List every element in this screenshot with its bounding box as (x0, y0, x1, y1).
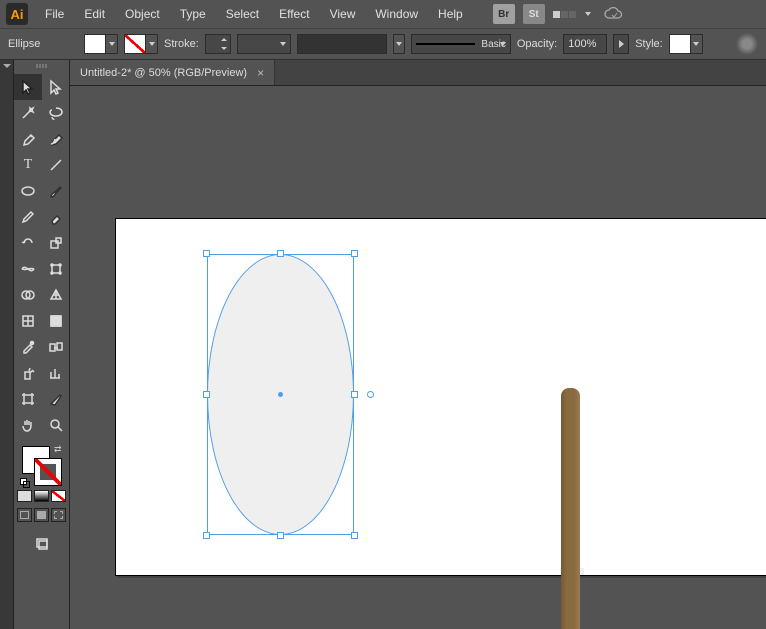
tool-blend[interactable] (42, 334, 70, 360)
tool-mesh[interactable] (14, 308, 42, 334)
document-tab-title: Untitled-2* @ 50% (RGB/Preview) (80, 67, 247, 79)
tool-hand[interactable] (14, 412, 42, 438)
stock-icon[interactable]: St (523, 4, 545, 24)
variable-width-profile-dropdown[interactable] (297, 34, 387, 54)
tool-scale[interactable] (42, 230, 70, 256)
tool-ellipse[interactable] (14, 178, 42, 204)
tool-width[interactable] (14, 256, 42, 282)
tool-lasso[interactable] (42, 100, 70, 126)
draw-normal-icon[interactable] (17, 508, 32, 522)
stroke-weight-stepper[interactable] (205, 34, 231, 54)
color-mode-solid[interactable] (17, 490, 32, 502)
tool-column-graph[interactable] (42, 360, 70, 386)
tool-artboard[interactable] (14, 386, 42, 412)
variable-width-menu[interactable] (393, 34, 405, 54)
document-area: Untitled-2* @ 50% (RGB/Preview) × (70, 60, 766, 629)
selection-rotate-handle[interactable] (367, 391, 374, 398)
tool-rotate[interactable] (14, 230, 42, 256)
default-fill-stroke-icon[interactable] (20, 478, 30, 488)
tool-shape-builder[interactable] (14, 282, 42, 308)
menu-file[interactable]: File (36, 3, 73, 25)
graphic-style-menu[interactable] (691, 34, 703, 54)
tool-perspective-grid[interactable] (42, 282, 70, 308)
menu-effect[interactable]: Effect (270, 3, 318, 25)
color-mode-none[interactable] (51, 490, 66, 502)
control-bar: Ellipse Stroke: Basic Opacity: 100% Styl… (0, 28, 766, 60)
close-tab-icon[interactable]: × (257, 66, 264, 80)
menu-object[interactable]: Object (116, 3, 169, 25)
style-label: Style: (635, 38, 663, 50)
fill-swatch[interactable] (84, 34, 106, 54)
tool-free-transform[interactable] (42, 256, 70, 282)
tool-line-segment[interactable] (42, 152, 70, 178)
app-logo[interactable]: Ai (6, 3, 28, 25)
sync-settings-icon[interactable] (603, 6, 625, 22)
tools-panel: T ⇄ (14, 60, 70, 629)
selection-handle-w[interactable] (203, 391, 210, 398)
tool-curvature[interactable] (42, 126, 70, 152)
menu-window[interactable]: Window (366, 3, 427, 25)
document-tab-bar: Untitled-2* @ 50% (RGB/Preview) × (70, 60, 766, 86)
opacity-input[interactable]: 100% (563, 34, 607, 54)
draw-inside-icon[interactable] (51, 508, 66, 522)
color-mode-gradient[interactable] (34, 490, 49, 502)
tool-magic-wand[interactable] (14, 100, 42, 126)
tool-zoom[interactable] (42, 412, 70, 438)
opacity-label: Opacity: (517, 38, 557, 50)
menu-type[interactable]: Type (171, 3, 215, 25)
stroke-label: Stroke: (164, 38, 199, 50)
draw-behind-icon[interactable] (34, 508, 49, 522)
menu-bar: Ai File Edit Object Type Select Effect V… (0, 0, 766, 28)
tool-paintbrush[interactable] (42, 178, 70, 204)
tool-gradient[interactable] (42, 308, 70, 334)
selection-handle-e[interactable] (351, 391, 358, 398)
menu-view[interactable]: View (321, 3, 365, 25)
tool-type[interactable]: T (14, 152, 42, 178)
panel-dock-rail[interactable] (0, 60, 14, 629)
tool-pencil[interactable] (14, 204, 42, 230)
stroke-indicator[interactable] (34, 458, 62, 486)
stroke-swatch[interactable] (124, 34, 146, 54)
canvas[interactable] (70, 86, 766, 629)
screen-mode-button[interactable] (28, 530, 56, 556)
arrange-documents-icon[interactable] (553, 11, 576, 18)
arrange-caret-icon[interactable] (585, 12, 591, 16)
stick-shape[interactable] (561, 388, 580, 629)
bridge-icon[interactable]: Br (493, 4, 515, 24)
brush-preview-icon (416, 43, 476, 45)
selection-handle-se[interactable] (351, 532, 358, 539)
document-tab[interactable]: Untitled-2* @ 50% (RGB/Preview) × (70, 60, 275, 85)
selection-handle-n[interactable] (277, 250, 284, 257)
menu-select[interactable]: Select (217, 3, 268, 25)
tool-eyedropper[interactable] (14, 334, 42, 360)
selection-center-point[interactable] (278, 392, 283, 397)
fill-stroke-control[interactable]: ⇄ (20, 444, 64, 488)
tool-slice[interactable] (42, 386, 70, 412)
workspace: T ⇄ (0, 60, 766, 629)
stroke-weight-dropdown[interactable] (237, 34, 291, 54)
active-tool-label: Ellipse (8, 38, 78, 50)
tool-eraser[interactable] (42, 204, 70, 230)
stroke-swatch-menu[interactable] (146, 34, 158, 54)
menu-edit[interactable]: Edit (75, 3, 114, 25)
selection-handle-ne[interactable] (351, 250, 358, 257)
brush-definition-dropdown[interactable]: Basic (411, 34, 511, 54)
selection-handle-s[interactable] (277, 532, 284, 539)
tool-selection[interactable] (14, 74, 42, 100)
rail-grip-icon (3, 64, 11, 68)
tool-pen[interactable] (14, 126, 42, 152)
graphic-style-swatch[interactable] (669, 34, 691, 54)
fill-swatch-menu[interactable] (106, 34, 118, 54)
swap-fill-stroke-icon[interactable]: ⇄ (54, 444, 62, 455)
menu-help[interactable]: Help (429, 3, 472, 25)
document-setup-icon[interactable] (736, 33, 758, 55)
selection-handle-nw[interactable] (203, 250, 210, 257)
opacity-popup-button[interactable] (613, 34, 629, 54)
tool-symbol-sprayer[interactable] (14, 360, 42, 386)
selection-handle-sw[interactable] (203, 532, 210, 539)
tool-direct-selection[interactable] (42, 74, 70, 100)
